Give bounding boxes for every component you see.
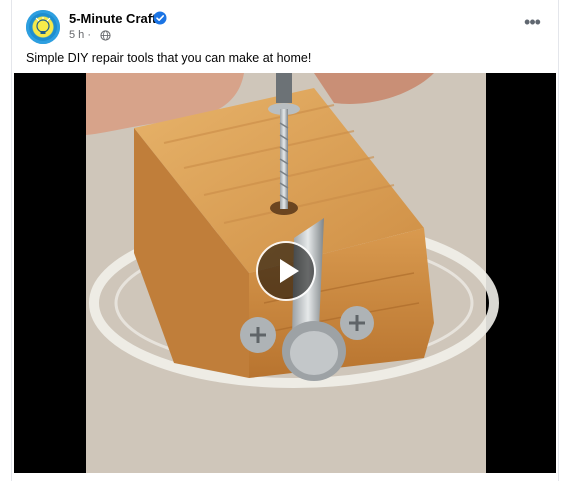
play-button[interactable]: [258, 243, 314, 299]
more-options-button[interactable]: •••: [520, 12, 544, 32]
post-meta: 5 h ·: [69, 29, 91, 41]
lightbulb-icon: [35, 17, 51, 34]
play-icon: [280, 259, 299, 283]
video-player[interactable]: [14, 73, 556, 473]
page-avatar[interactable]: [26, 10, 60, 44]
post-card: 5-Minute Crafts 5 h · ••• Simple DIY rep…: [12, 0, 558, 481]
page-name[interactable]: 5-Minute Crafts: [69, 11, 164, 26]
verified-badge-icon: [153, 11, 167, 25]
post-caption: Simple DIY repair tools that you can mak…: [26, 51, 312, 65]
globe-icon: [100, 30, 111, 41]
meta-separator: ·: [87, 29, 92, 41]
post-time[interactable]: 5 h: [69, 29, 84, 41]
more-options-icon: •••: [524, 11, 541, 32]
